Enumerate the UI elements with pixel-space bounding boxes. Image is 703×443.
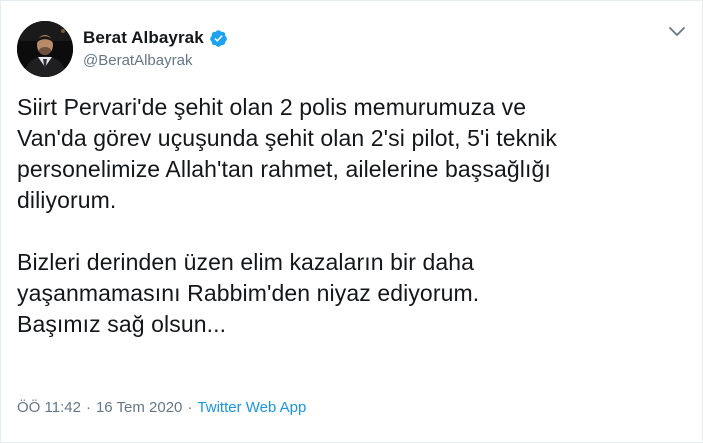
display-name-row[interactable]: Berat Albayrak bbox=[83, 28, 228, 48]
more-options-button[interactable] bbox=[667, 25, 687, 39]
user-handle[interactable]: @BeratAlbayrak bbox=[83, 52, 228, 69]
tweet-metadata: ÖÖ 11:42 · 16 Tem 2020 · Twitter Web App bbox=[17, 399, 306, 416]
verified-badge-icon bbox=[209, 29, 228, 48]
user-names: Berat Albayrak @BeratAlbayrak bbox=[83, 28, 228, 69]
meta-separator: · bbox=[187, 399, 193, 416]
tweet-time[interactable]: ÖÖ 11:42 bbox=[17, 399, 81, 416]
avatar[interactable] bbox=[17, 21, 73, 77]
chevron-down-icon bbox=[669, 27, 685, 36]
tweet-date[interactable]: 16 Tem 2020 bbox=[96, 399, 182, 416]
display-name[interactable]: Berat Albayrak bbox=[83, 28, 204, 48]
tweet-paragraph-2: Bizleri derinden üzen elim kazaların bir… bbox=[17, 249, 480, 337]
tweet-source-link[interactable]: Twitter Web App bbox=[197, 399, 306, 416]
avatar-photo-icon bbox=[17, 21, 73, 77]
tweet-header: Berat Albayrak @BeratAlbayrak bbox=[17, 21, 689, 77]
tweet-paragraph-1: Siirt Pervari'de şehit olan 2 polis memu… bbox=[17, 94, 557, 213]
tweet-card: Berat Albayrak @BeratAlbayrak Siirt Perv… bbox=[0, 0, 703, 443]
tweet-text: Siirt Pervari'de şehit olan 2 polis memu… bbox=[17, 92, 689, 340]
meta-separator: · bbox=[85, 399, 91, 416]
